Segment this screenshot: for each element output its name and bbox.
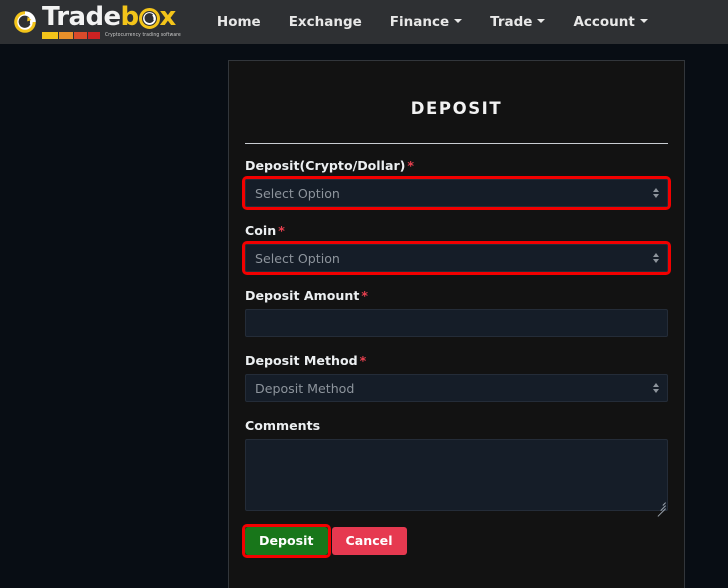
deposit-button[interactable]: Deposit (245, 527, 328, 555)
nav-menu: Home Exchange Finance Trade Account (203, 0, 662, 44)
deposit-type-select-value: Select Option (255, 185, 340, 201)
comments-textarea[interactable] (245, 439, 668, 511)
brand-bar-1 (42, 32, 58, 39)
form-actions: Deposit Cancel (242, 524, 668, 558)
deposit-type-select[interactable]: Select Option (242, 176, 671, 210)
required-marker: * (407, 158, 414, 173)
page-body: DEPOSIT Deposit(Crypto/Dollar) * Select O… (0, 44, 728, 588)
field-coin-label-text: Coin (245, 223, 277, 238)
select-updown-icon (653, 188, 659, 198)
page-title: DEPOSIT (410, 99, 503, 118)
brand-tagline-row: Cryptocurrency trading software (42, 31, 181, 40)
required-marker: * (359, 353, 367, 368)
brand-word-trade: Trade (42, 2, 121, 32)
top-navbar: Trade b x Cryptocurrency trading software… (0, 0, 728, 44)
field-deposit-type: Deposit(Crypto/Dollar) * Select Option (242, 158, 671, 210)
field-deposit-amount-label: Deposit Amount * (245, 288, 668, 303)
brand-bar-2 (59, 32, 73, 39)
brand-bar-3 (74, 32, 87, 39)
logo-o-circle-icon (138, 7, 160, 29)
field-comments: Comments (245, 418, 668, 517)
brand-tagline: Cryptocurrency trading software (105, 32, 181, 39)
coin-select-value: Select Option (255, 250, 340, 266)
field-deposit-method-label-text: Deposit Method (245, 353, 358, 368)
deposit-method-select[interactable]: Deposit Method (245, 374, 668, 402)
nav-item-exchange[interactable]: Exchange (275, 0, 376, 44)
chevron-down-icon (639, 19, 648, 23)
required-marker: * (278, 223, 285, 238)
title-divider (245, 143, 668, 144)
deposit-amount-input[interactable] (245, 309, 668, 337)
field-deposit-amount-label-text: Deposit Amount (245, 288, 360, 303)
nav-item-trade[interactable]: Trade (476, 0, 559, 44)
required-marker: * (361, 288, 368, 303)
brand-logo[interactable]: Trade b x Cryptocurrency trading software (12, 4, 181, 40)
field-deposit-type-label-text: Deposit(Crypto/Dollar) (245, 158, 406, 173)
brand-word-x: x (159, 2, 177, 32)
coin-select[interactable]: Select Option (242, 241, 671, 275)
field-deposit-amount: Deposit Amount * (245, 288, 668, 337)
field-deposit-method: Deposit Method * Deposit Method (245, 353, 668, 402)
tradebox-circle-c-icon (12, 9, 38, 40)
field-deposit-method-label: Deposit Method * (245, 353, 668, 368)
select-updown-icon (653, 383, 659, 393)
nav-item-account[interactable]: Account (559, 0, 661, 44)
brand-bar-4 (88, 32, 100, 39)
nav-item-finance-label: Finance (389, 14, 450, 30)
field-comments-label-text: Comments (245, 418, 321, 433)
cancel-button[interactable]: Cancel (331, 527, 407, 555)
nav-item-account-label: Account (573, 14, 635, 30)
field-deposit-type-label: Deposit(Crypto/Dollar) * (245, 158, 668, 173)
nav-item-home[interactable]: Home (203, 0, 275, 44)
field-coin: Coin * Select Option (242, 223, 671, 275)
select-updown-icon (653, 253, 659, 263)
nav-item-trade-label: Trade (490, 14, 533, 30)
chevron-down-icon (537, 19, 546, 23)
deposit-method-select-value: Deposit Method (255, 380, 355, 396)
deposit-card: DEPOSIT Deposit(Crypto/Dollar) * Select O… (228, 60, 685, 588)
field-comments-label: Comments (245, 418, 668, 433)
deposit-button-highlight: Deposit (242, 524, 331, 558)
nav-item-home-label: Home (216, 14, 261, 30)
brand-wordmark: Trade b x (42, 4, 181, 30)
chevron-down-icon (454, 19, 463, 23)
nav-item-exchange-label: Exchange (288, 14, 362, 30)
nav-item-finance[interactable]: Finance (376, 0, 476, 44)
field-coin-label: Coin * (245, 223, 668, 238)
brand-word-b: b (120, 2, 140, 32)
